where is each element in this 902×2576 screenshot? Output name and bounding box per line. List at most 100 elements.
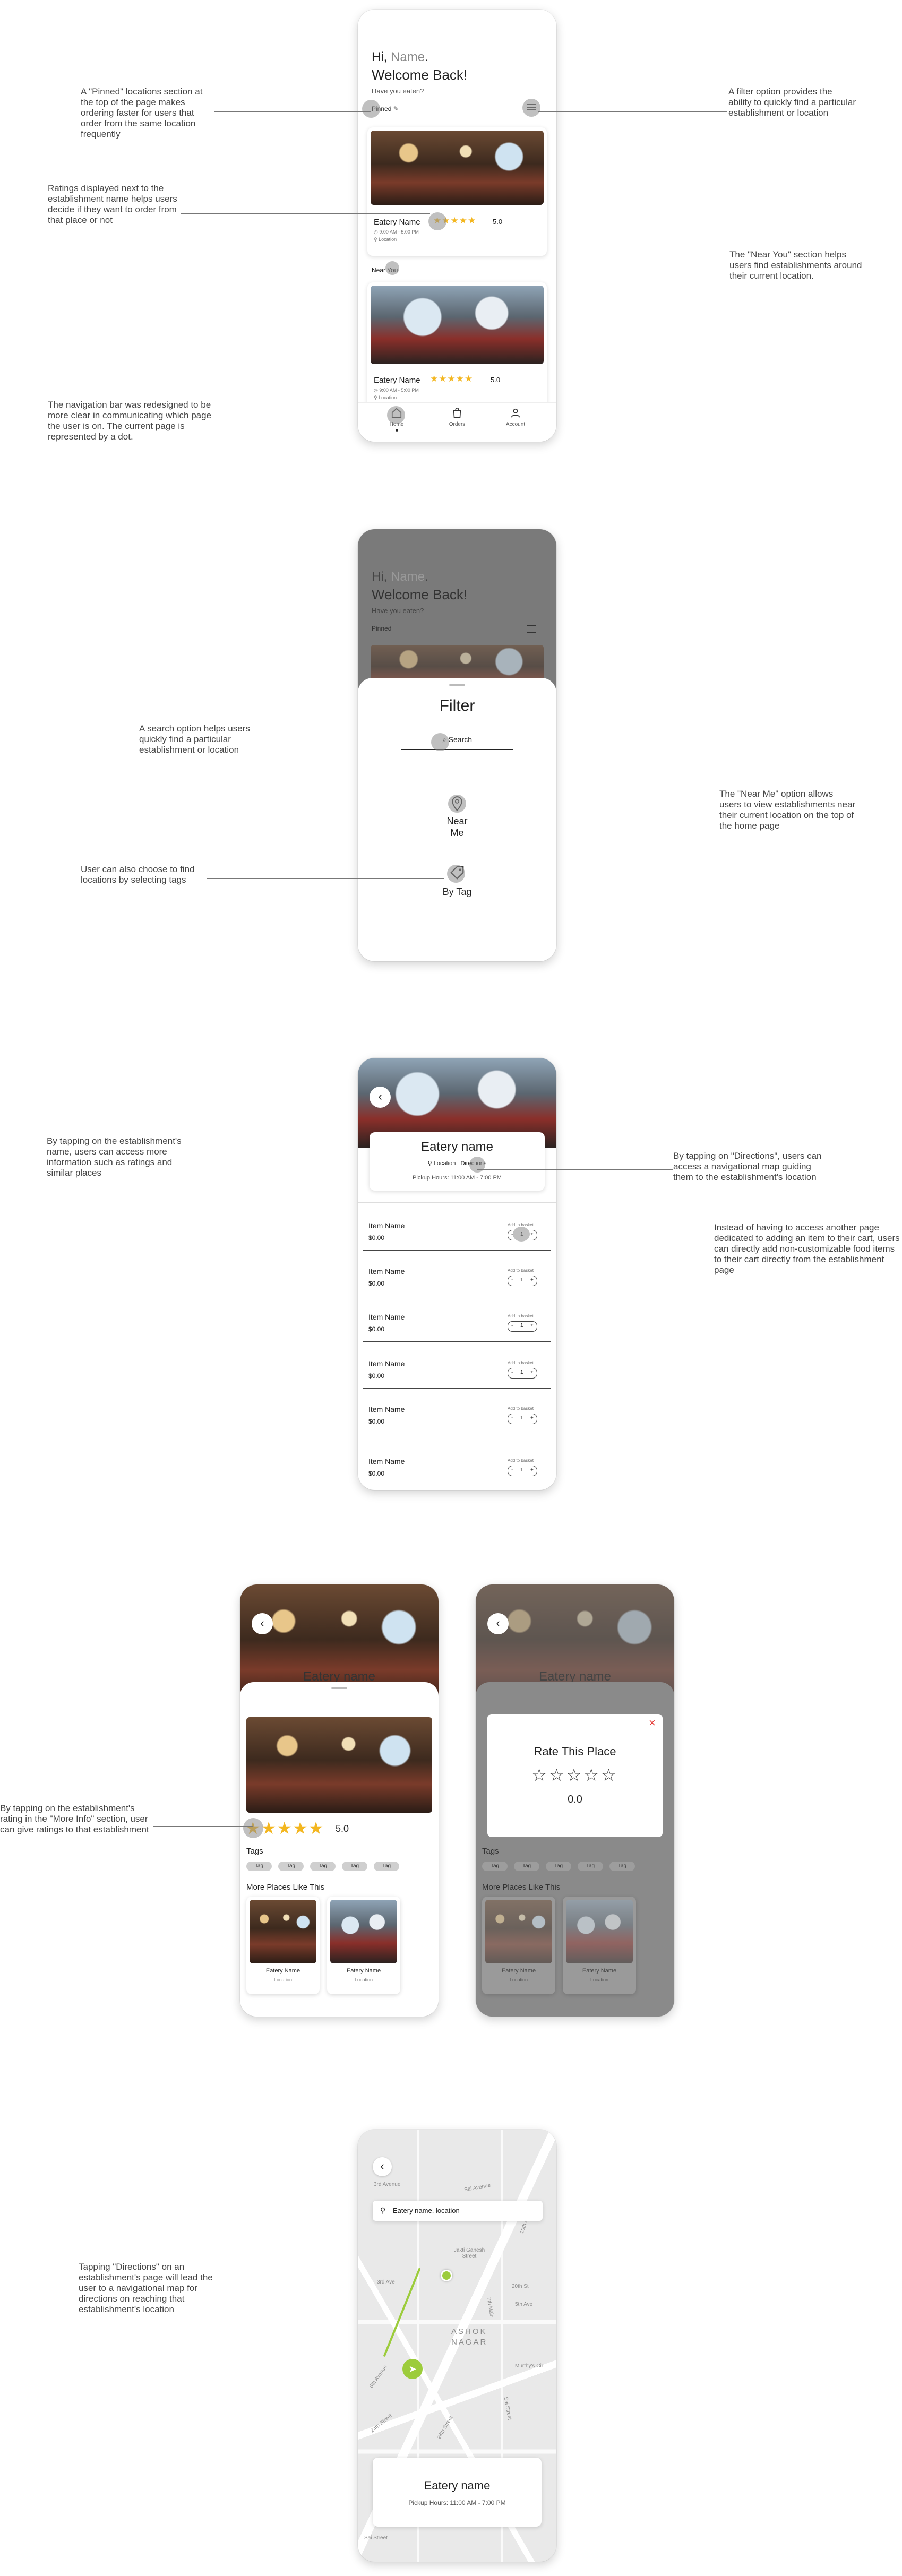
current-location-marker[interactable]: ➤ (402, 2359, 423, 2379)
quantity-stepper[interactable]: - 1 + (508, 1466, 537, 1476)
rating-star-input[interactable]: ☆☆☆☆☆ (487, 1765, 663, 1785)
nav-account[interactable]: Account (502, 407, 529, 427)
tag-chip[interactable]: Tag (342, 1862, 367, 1871)
tap-indicator (469, 1157, 485, 1173)
back-button[interactable]: ‹ (373, 2157, 392, 2176)
tag-chip: Tag (514, 1862, 539, 1871)
annotation-filter: A filter option provides the ability to … (728, 87, 856, 118)
greeting-name: Name (391, 50, 425, 64)
destination-marker[interactable] (441, 2270, 452, 2281)
annotation-name-info: By tapping on the establishment's name, … (47, 1136, 182, 1178)
add-to-basket-label: Add to basket (508, 1406, 534, 1411)
eatery-photo (246, 1717, 432, 1813)
search-field[interactable]: ⌕ Search (401, 735, 513, 750)
add-to-basket-label: Add to basket (508, 1314, 534, 1319)
sheet-handle[interactable] (449, 684, 465, 686)
chevron-left-icon: ‹ (496, 1616, 500, 1630)
quantity-stepper[interactable]: - 1 + (508, 1321, 537, 1332)
rating-stars: ★★★★★ (430, 374, 474, 384)
map-eatery-card[interactable]: Eatery name Pickup Hours: 11:00 AM - 7:0… (373, 2458, 542, 2527)
tag-chip[interactable]: Tag (310, 1862, 336, 1871)
tap-indicator (447, 865, 465, 883)
plus-icon[interactable]: + (530, 1277, 534, 1283)
more-info-sheet: ★★★★★ 5.0 Tags Tag Tag Tag Tag Tag More … (240, 1682, 439, 2017)
subtitle: Have you eaten? (372, 87, 424, 95)
pinned-eatery-card[interactable]: Eatery Name ★★★★★ 5.0 ◷ 9:00 AM - 5:00 P… (367, 127, 547, 256)
subtitle-dimmed: Have you eaten? (372, 607, 424, 615)
minus-icon[interactable]: - (511, 1369, 513, 1375)
add-to-basket-label: Add to basket (508, 1458, 534, 1463)
quantity-stepper[interactable]: - 1 + (508, 1414, 537, 1424)
more-places-label: More Places Like This (246, 1883, 325, 1892)
menu-item-row: Item Name $0.00 Add to basket - 1 + (358, 1267, 556, 1305)
filter-title: Filter (439, 697, 475, 714)
similar-place-card[interactable]: Eatery Name Location (246, 1897, 320, 1994)
tag-chip[interactable]: Tag (374, 1862, 399, 1871)
minus-icon[interactable]: - (511, 1467, 513, 1473)
filter-sheet: Filter ⌕ Search Near Me By Tag (358, 678, 556, 961)
chevron-left-icon: ‹ (380, 2159, 384, 2173)
similar-place-card[interactable]: Eatery Name Location (327, 1897, 400, 1994)
eatery-hours: ◷ 9:00 AM - 5:00 PM (374, 229, 419, 235)
plus-icon[interactable]: + (530, 1415, 534, 1421)
more-info-screen: ‹ Eatery name ★★★★★ 5.0 Tags Tag Tag Tag… (240, 1584, 439, 2017)
annotation-map: Tapping "Directions" on an establishment… (79, 2262, 213, 2314)
annotation-search: A search option helps users quickly find… (139, 723, 250, 755)
tag-chip: Tag (578, 1862, 603, 1871)
pinned-dimmed: Pinned (372, 625, 392, 632)
eatery-meta: ⚲ Location Directions (370, 1160, 545, 1167)
search-input[interactable]: Search (449, 735, 472, 744)
item-name: Item Name (368, 1405, 405, 1414)
back-button[interactable]: ‹ (252, 1613, 273, 1634)
eatery-name[interactable]: Eatery Name (374, 218, 420, 227)
menu-item-row: Item Name $0.00 Add to basket - 1 + (358, 1313, 556, 1351)
rate-screen: ‹ Eatery name Tags Tag Tag Tag Tag Tag M… (476, 1584, 674, 2017)
minus-icon[interactable]: - (511, 1415, 513, 1421)
pickup-hours: Pickup Hours: 11:00 AM - 7:00 PM (408, 2499, 506, 2506)
eatery-name[interactable]: Eatery name (370, 1140, 545, 1155)
quantity-stepper[interactable]: - 1 + (508, 1368, 537, 1379)
plus-icon[interactable]: + (530, 1231, 534, 1237)
minus-icon[interactable]: - (511, 1277, 513, 1283)
map-search-bar[interactable]: ⚲ Eatery name, location (373, 2201, 543, 2221)
menu-item-row: Item Name $0.00 Add to basket - 1 + (358, 1359, 556, 1398)
close-icon[interactable]: × (649, 1716, 656, 1730)
plus-icon[interactable]: + (530, 1323, 534, 1329)
eatery-photo (566, 1900, 633, 1963)
quantity-stepper[interactable]: - 1 + (508, 1276, 537, 1286)
eatery-name[interactable]: Eatery Name (374, 376, 420, 385)
back-button[interactable]: ‹ (370, 1087, 391, 1108)
welcome-title: Welcome Back! (372, 67, 468, 83)
nav-orders[interactable]: Orders (444, 407, 470, 427)
home-screen: Hi, Name. Welcome Back! Have you eaten? … (358, 10, 556, 442)
tags-label: Tags (246, 1847, 263, 1856)
annotation-near-me: The "Near Me" option allows users to vie… (719, 789, 856, 831)
menu-item-row: Item Name $0.00 Add to basket - 1 + (358, 1405, 556, 1443)
greeting: Hi, Name. (372, 50, 428, 64)
annotation-pinned: A "Pinned" locations section at the top … (81, 87, 203, 139)
tag-chip[interactable]: Tag (278, 1862, 304, 1871)
back-button: ‹ (487, 1613, 509, 1634)
plus-icon[interactable]: + (530, 1467, 534, 1473)
minus-icon[interactable]: - (511, 1323, 513, 1329)
bag-icon (453, 408, 461, 418)
near-eatery-card[interactable]: Eatery Name ★★★★★ 5.0 ◷ 9:00 AM - 5:00 P… (367, 282, 547, 410)
tap-indicator (243, 1818, 263, 1838)
tag-chip: Tag (609, 1862, 635, 1871)
item-price: $0.00 (368, 1234, 385, 1242)
item-name: Item Name (368, 1267, 405, 1276)
annotation-navbar: The navigation bar was redesigned to be … (48, 400, 212, 442)
tap-indicator (522, 99, 540, 117)
plus-icon[interactable]: + (530, 1369, 534, 1375)
item-name: Item Name (368, 1221, 405, 1230)
annotation-directions: By tapping on "Directions", users can ac… (673, 1151, 822, 1182)
item-price: $0.00 (368, 1418, 385, 1425)
sheet-handle[interactable] (331, 1687, 347, 1689)
map-search-input[interactable]: Eatery name, location (393, 2207, 460, 2215)
tap-indicator (448, 795, 466, 813)
annotation-near-you: The "Near You" section helps users find … (729, 249, 862, 281)
bottom-nav: Home Orders Account (358, 402, 556, 442)
navigation-arrow-icon: ➤ (408, 2364, 417, 2374)
tag-chip[interactable]: Tag (246, 1862, 272, 1871)
user-icon (511, 408, 520, 418)
